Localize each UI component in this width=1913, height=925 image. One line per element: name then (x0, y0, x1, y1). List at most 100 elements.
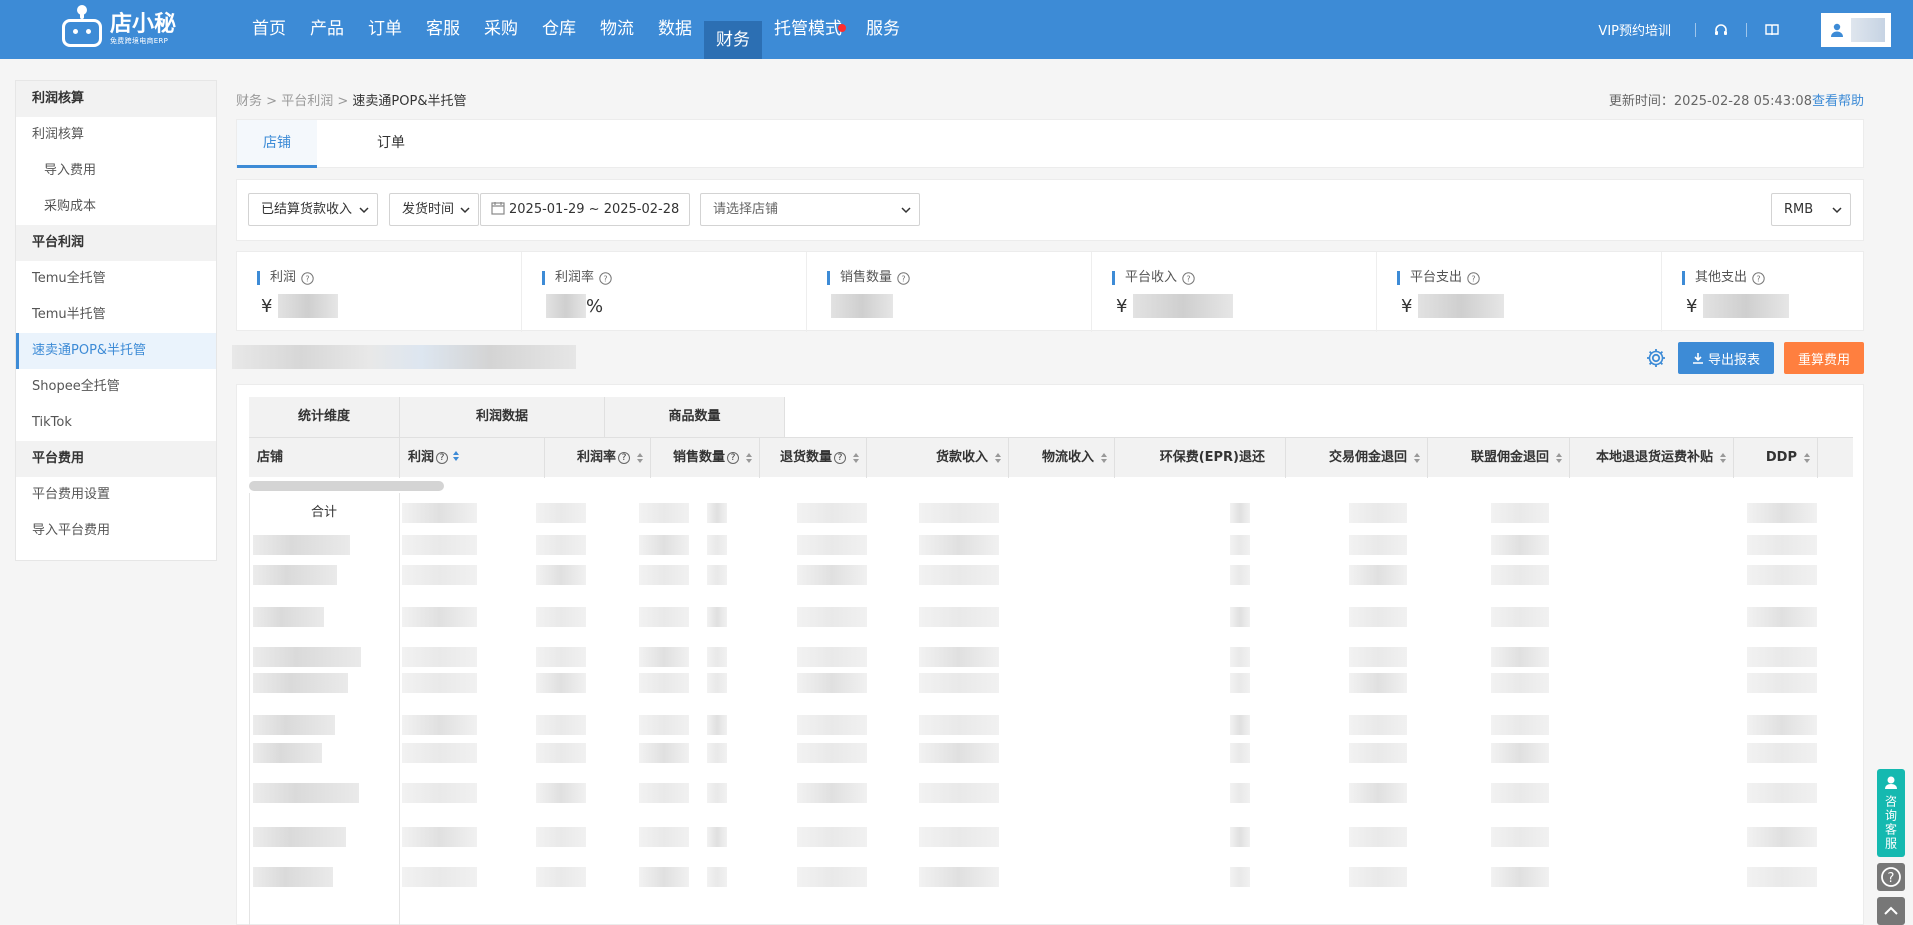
sort-icon[interactable] (1803, 452, 1811, 464)
nav-item-products[interactable]: 产品 (298, 0, 356, 59)
sort-icon[interactable] (452, 450, 460, 462)
redacted-cell (1349, 783, 1407, 803)
stat-profit-rate-value-redacted (546, 294, 586, 318)
sidebar-item-temu-semi[interactable]: Temu半托管 (16, 297, 216, 333)
redacted-cell (1747, 743, 1817, 763)
question-circle-icon[interactable]: ? (436, 451, 449, 464)
th-epr-refund[interactable]: 环保费(EPR)退还 (1115, 438, 1286, 478)
th-local-return-subsidy[interactable]: 本地退退货运费补贴 (1570, 438, 1734, 478)
nav-item-hosting-mode[interactable]: 托管模式 (762, 0, 854, 59)
redacted-cell (707, 647, 727, 667)
redacted-shop-name (253, 867, 333, 887)
stat-sales-qty-value-redacted (831, 294, 893, 318)
question-circle-icon[interactable]: ? (301, 271, 314, 285)
redacted-cell (1349, 535, 1407, 555)
question-circle-icon[interactable]: ? (1182, 271, 1195, 285)
th-goods-income[interactable]: 货款收入 (867, 438, 1009, 478)
th-profit[interactable]: 利润? (400, 438, 545, 478)
stat-platform-expense-label: 平台支出 (1410, 270, 1463, 285)
sidebar-item-aliexpress[interactable]: 速卖通POP&半托管 (16, 333, 216, 369)
sort-icon[interactable] (1413, 452, 1421, 464)
th-profit-rate[interactable]: 利润率? (545, 438, 651, 478)
redacted-cell (919, 715, 999, 735)
question-circle-icon[interactable]: ? (897, 271, 910, 285)
th-commission-refund[interactable]: 交易佣金退回 (1286, 438, 1428, 478)
redacted-cell (707, 607, 727, 627)
nav-item-finance[interactable]: 财务 (704, 21, 762, 59)
sort-icon[interactable] (994, 452, 1002, 464)
help-button[interactable]: ? (1877, 863, 1905, 891)
book-icon[interactable] (1763, 21, 1781, 39)
stat-profit-rate: 利润率? % (522, 252, 807, 332)
redacted-cell (1491, 827, 1549, 847)
sort-icon[interactable] (852, 452, 860, 464)
nav-item-customer-service[interactable]: 客服 (414, 0, 472, 59)
breadcrumb-finance[interactable]: 财务 (236, 94, 262, 109)
consult-service-button[interactable]: 咨询客服 (1877, 769, 1905, 857)
th-ddp[interactable]: DDP (1734, 438, 1818, 478)
horizontal-scrollbar[interactable] (249, 481, 444, 491)
shop-select[interactable]: 请选择店铺 (700, 193, 920, 226)
vip-training-link[interactable]: VIP预约培训 (1598, 20, 1671, 39)
user-account[interactable] (1821, 12, 1891, 47)
sort-icon[interactable] (1719, 452, 1727, 464)
sidebar-item-import-fees[interactable]: 导入费用 (16, 153, 216, 189)
export-report-button[interactable]: 导出报表 (1678, 342, 1774, 374)
redacted-cell (919, 673, 999, 693)
nav-item-services[interactable]: 服务 (854, 0, 912, 59)
redacted-toolbar-text (232, 345, 576, 369)
sidebar-item-tiktok[interactable]: TikTok (16, 405, 216, 441)
gear-icon[interactable] (1645, 347, 1667, 369)
income-type-select[interactable]: 已结算货款收入 (248, 193, 378, 226)
sort-icon[interactable] (636, 452, 644, 464)
recalculate-fees-button[interactable]: 重算费用 (1784, 342, 1864, 374)
tab-order[interactable]: 订单 (351, 120, 431, 168)
user-name-redacted (1851, 17, 1885, 42)
redacted-cell (536, 503, 586, 523)
sidebar-item-fee-settings[interactable]: 平台费用设置 (16, 477, 216, 513)
nav-item-purchase[interactable]: 采购 (472, 0, 530, 59)
sort-icon[interactable] (1555, 452, 1563, 464)
nav-item-home[interactable]: 首页 (240, 0, 298, 59)
nav-item-warehouse[interactable]: 仓库 (530, 0, 588, 59)
headset-icon[interactable] (1712, 21, 1730, 39)
sidebar-item-profit-accounting[interactable]: 利润核算 (16, 117, 216, 153)
nav-item-orders[interactable]: 订单 (356, 0, 414, 59)
tab-shop[interactable]: 店铺 (237, 120, 317, 168)
sidebar-item-temu-full[interactable]: Temu全托管 (16, 261, 216, 297)
app-logo[interactable]: 店小秘 免费跨境电商ERP (60, 5, 176, 50)
update-time: 2025-02-28 05:43:08 (1673, 94, 1812, 109)
question-circle-icon[interactable]: ? (599, 271, 612, 285)
redacted-cell (919, 867, 999, 887)
breadcrumb-platform-profit[interactable]: 平台利润 (281, 94, 333, 109)
nav-item-data[interactable]: 数据 (646, 0, 704, 59)
sort-icon[interactable] (1100, 452, 1108, 464)
chevron-down-icon (460, 207, 470, 214)
sidebar-item-import-platform-fees[interactable]: 导入平台费用 (16, 513, 216, 549)
question-circle-icon[interactable]: ? (1467, 271, 1480, 285)
scroll-top-button[interactable] (1877, 897, 1905, 925)
th-return-qty[interactable]: 退货数量? (760, 438, 867, 478)
help-link[interactable]: 查看帮助 (1812, 94, 1864, 109)
redacted-shop-name (253, 647, 361, 667)
sort-icon[interactable] (745, 452, 753, 464)
sidebar-item-purchase-cost[interactable]: 采购成本 (16, 189, 216, 225)
redacted-cell (536, 783, 586, 803)
th-sales-qty[interactable]: 销售数量? (651, 438, 760, 478)
nav-item-logistics[interactable]: 物流 (588, 0, 646, 59)
date-range-picker[interactable]: 2025-01-29 ~ 2025-02-28 (480, 193, 690, 226)
th-logistics-income[interactable]: 物流收入 (1009, 438, 1115, 478)
redacted-cell (402, 867, 477, 887)
redacted-cell (1491, 715, 1549, 735)
time-type-select[interactable]: 发货时间 (389, 193, 479, 226)
currency-select[interactable]: RMB (1771, 193, 1851, 226)
redacted-cell (1349, 647, 1407, 667)
question-circle-icon: ? (1881, 867, 1901, 887)
question-circle-icon[interactable]: ? (727, 451, 739, 464)
question-circle-icon[interactable]: ? (618, 451, 630, 464)
question-circle-icon[interactable]: ? (1752, 271, 1765, 285)
th-affiliate-refund[interactable]: 联盟佣金退回 (1428, 438, 1570, 478)
question-circle-icon[interactable]: ? (834, 451, 846, 464)
redacted-cell (639, 867, 689, 887)
sidebar-item-shopee-full[interactable]: Shopee全托管 (16, 369, 216, 405)
